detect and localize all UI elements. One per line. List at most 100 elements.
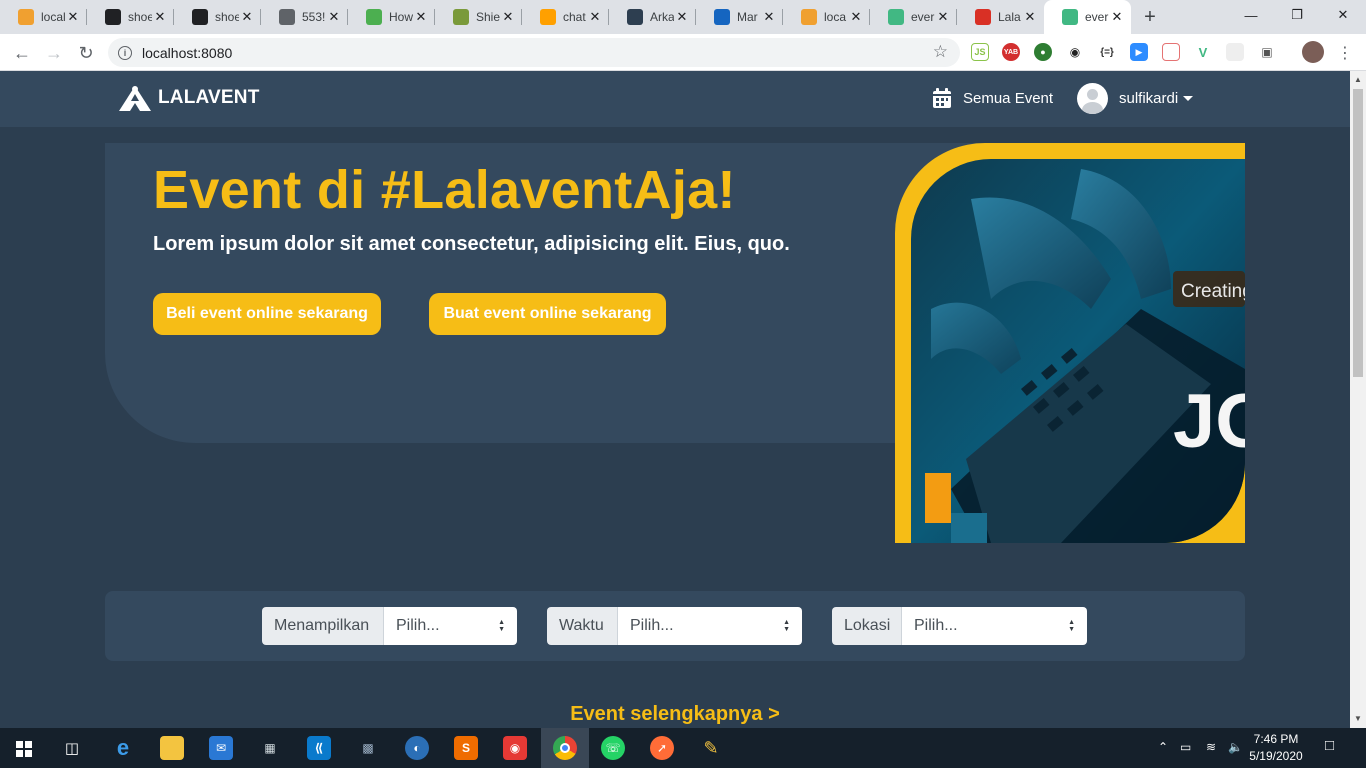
buy-event-button[interactable]: Beli event online sekarang xyxy=(153,293,381,335)
browser-tab[interactable]: How ✕ xyxy=(348,0,435,34)
browser-tab[interactable]: Lala ✕ xyxy=(957,0,1044,34)
paint-icon[interactable]: ✎ xyxy=(699,736,723,760)
tab-title: 553! xyxy=(302,10,326,24)
postman-icon[interactable]: ➚ xyxy=(650,736,674,760)
notification-center-icon[interactable]: □ xyxy=(1325,737,1334,754)
browser-tab[interactable]: Shie ✕ xyxy=(435,0,522,34)
scroll-up-arrow-icon[interactable]: ▲ xyxy=(1354,75,1362,84)
close-tab-icon[interactable]: ✕ xyxy=(1109,9,1125,25)
sublime-text-icon[interactable]: S xyxy=(454,736,478,760)
tab-title: chat xyxy=(563,10,586,24)
whatsapp-icon[interactable]: ☏ xyxy=(601,736,625,760)
screenshot-extension-icon[interactable]: ▣ xyxy=(1258,43,1276,61)
close-window-button[interactable]: ✕ xyxy=(1320,0,1366,30)
nav-all-events-link[interactable]: Semua Event xyxy=(933,88,1053,108)
yab-extension-icon[interactable]: YAB xyxy=(1002,43,1020,61)
json-extension-icon[interactable]: {=} xyxy=(1098,43,1116,61)
browser-tab[interactable]: shoe ✕ xyxy=(174,0,261,34)
laptop-typing-photo: Creating a JO xyxy=(911,159,1245,543)
chrome-icon[interactable] xyxy=(553,736,577,760)
brand-link[interactable]: LALAVENT xyxy=(118,84,260,112)
browser-tab[interactable]: local ✕ xyxy=(0,0,87,34)
close-tab-icon[interactable]: ✕ xyxy=(239,9,255,25)
git-gui-icon[interactable]: ◉ xyxy=(503,736,527,760)
spy-extension-icon[interactable]: ◉ xyxy=(1066,43,1084,61)
filter-select[interactable]: Pilih... ▲ ▼ xyxy=(618,607,802,645)
close-tab-icon[interactable]: ✕ xyxy=(935,9,951,25)
select-arrows-icon: ▲ ▼ xyxy=(498,619,505,633)
browser-tab[interactable]: loca ✕ xyxy=(783,0,870,34)
browser-tab[interactable]: chat ✕ xyxy=(522,0,609,34)
vscode-icon[interactable]: ⟪ xyxy=(307,736,331,760)
browser-globe-icon[interactable]: ◐ xyxy=(405,736,429,760)
vue-devtools-icon[interactable]: V xyxy=(1194,43,1212,61)
scrollbar-thumb[interactable] xyxy=(1353,89,1363,377)
nav-all-events-label: Semua Event xyxy=(963,89,1054,107)
file-explorer-icon[interactable] xyxy=(160,736,184,760)
tray-overflow-icon[interactable]: ⌃ xyxy=(1158,740,1168,754)
new-tab-button[interactable]: + xyxy=(1133,0,1167,34)
browser-tab[interactable]: ever ✕ xyxy=(1044,0,1131,34)
calendar-icon xyxy=(933,88,951,108)
close-tab-icon[interactable]: ✕ xyxy=(674,9,690,25)
browser-toolbar: ← → ↻ i localhost:8080 ☆ JS YAB ● ◉ {=} … xyxy=(0,34,1366,71)
close-tab-icon[interactable]: ✕ xyxy=(326,9,342,25)
site-info-icon[interactable]: i xyxy=(118,45,132,60)
windows-start-icon[interactable] xyxy=(16,741,32,757)
reload-icon[interactable]: ↻ xyxy=(73,40,99,66)
mail-icon[interactable]: ✉ xyxy=(209,736,233,760)
select-arrows-icon: ▲ ▼ xyxy=(783,619,790,633)
w3schools-icon xyxy=(366,9,382,25)
browser-tab[interactable]: Mar ✕ xyxy=(696,0,783,34)
browser-tab[interactable]: ever ✕ xyxy=(870,0,957,34)
select-arrows-icon: ▲ ▼ xyxy=(1068,619,1075,633)
volume-icon[interactable]: 🔈 xyxy=(1228,740,1243,754)
browser-tab[interactable]: shoe ✕ xyxy=(87,0,174,34)
bookmark-star-icon[interactable]: ☆ xyxy=(933,42,948,62)
close-tab-icon[interactable]: ✕ xyxy=(413,9,429,25)
close-tab-icon[interactable]: ✕ xyxy=(761,9,777,25)
nodejs-extension-icon[interactable]: JS xyxy=(971,43,989,61)
hero-subtitle: Lorem ipsum dolor sit amet consectetur, … xyxy=(153,233,790,255)
maximize-button[interactable]: ❐ xyxy=(1274,0,1320,30)
filter-label: Lokasi xyxy=(832,607,902,645)
filter-select[interactable]: Pilih... ▲ ▼ xyxy=(384,607,517,645)
browser-tab[interactable]: 553! ✕ xyxy=(261,0,348,34)
create-event-button[interactable]: Buat event online sekarang xyxy=(429,293,666,335)
close-tab-icon[interactable]: ✕ xyxy=(500,9,516,25)
battery-icon[interactable]: ▭ xyxy=(1180,740,1191,754)
task-view-icon[interactable]: ◫ xyxy=(60,736,84,760)
page-scrollbar[interactable]: ▲ ▼ xyxy=(1350,71,1366,728)
scroll-down-arrow-icon[interactable]: ▼ xyxy=(1354,714,1362,723)
blank-extension-icon[interactable] xyxy=(1226,43,1244,61)
forward-arrow-icon[interactable]: → xyxy=(41,40,67,66)
filter-select[interactable]: Pilih... ▲ ▼ xyxy=(902,607,1087,645)
close-tab-icon[interactable]: ✕ xyxy=(1022,9,1038,25)
network-tool-icon[interactable]: ▦ xyxy=(258,736,282,760)
user-dropdown[interactable]: sulfikardi xyxy=(1077,83,1194,114)
back-arrow-icon[interactable]: ← xyxy=(9,40,35,66)
address-bar[interactable]: i localhost:8080 ☆ xyxy=(108,38,960,67)
filter-select-value: Pilih... xyxy=(630,617,674,634)
zoom-extension-icon[interactable]: ▶ xyxy=(1130,43,1148,61)
tab-title: shoe xyxy=(215,10,239,24)
close-tab-icon[interactable]: ✕ xyxy=(65,9,81,25)
wifi-icon[interactable]: ≋ xyxy=(1206,740,1216,754)
close-tab-icon[interactable]: ✕ xyxy=(587,9,603,25)
close-tab-icon[interactable]: ✕ xyxy=(152,9,168,25)
close-tab-icon[interactable]: ✕ xyxy=(848,9,864,25)
browser-menu-icon[interactable]: ⋮ xyxy=(1332,40,1358,66)
profile-avatar[interactable] xyxy=(1302,41,1324,63)
globe-extension-icon[interactable]: ● xyxy=(1034,43,1052,61)
browser-tab[interactable]: Arka ✕ xyxy=(609,0,696,34)
remote-desktop-icon[interactable]: ▩ xyxy=(356,736,380,760)
shields-icon xyxy=(453,9,469,25)
filter-select-value: Pilih... xyxy=(396,617,440,634)
gmail-icon xyxy=(975,9,991,25)
filter-label: Waktu xyxy=(547,607,618,645)
edge-icon[interactable]: e xyxy=(111,735,135,760)
calendar-extension-icon[interactable] xyxy=(1162,43,1180,61)
minimize-button[interactable]: — xyxy=(1228,0,1274,30)
more-events-link[interactable]: Event selengkapnya > xyxy=(0,703,1350,726)
system-clock[interactable]: 7:46 PM 5/19/2020 xyxy=(1246,731,1306,765)
